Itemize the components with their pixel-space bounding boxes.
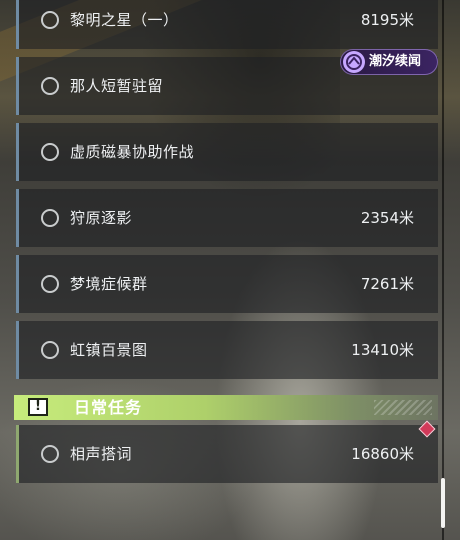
radio-circle-icon[interactable] xyxy=(41,275,59,293)
daily-quest-item[interactable]: 相声搭词 16860米 xyxy=(16,425,438,483)
badge-label: 潮汐续闻 xyxy=(369,54,422,69)
quest-name: 那人短暂驻留 xyxy=(70,77,164,95)
quest-name: 黎明之星（一） xyxy=(70,11,179,29)
radio-circle-icon[interactable] xyxy=(41,11,59,29)
radio-circle-icon[interactable] xyxy=(41,77,59,95)
scrollbar-thumb[interactable] xyxy=(441,478,445,528)
quest-name: 虚质磁暴协助作战 xyxy=(70,143,195,161)
quest-distance: 16860米 xyxy=(351,445,414,463)
quest-item[interactable]: 虚质磁暴协助作战 xyxy=(16,123,438,181)
quest-distance: 2354米 xyxy=(360,209,414,227)
radio-circle-icon[interactable] xyxy=(41,143,59,161)
quest-item[interactable]: 梦境症候群 7261米 xyxy=(16,255,438,313)
quest-name: 虹镇百景图 xyxy=(70,341,148,359)
quest-name: 相声搭词 xyxy=(70,445,133,463)
tide-event-badge[interactable]: 潮汐续闻 xyxy=(340,49,438,75)
radio-circle-icon[interactable] xyxy=(41,445,59,463)
radio-circle-icon[interactable] xyxy=(41,209,59,227)
section-title: 日常任务 xyxy=(74,398,143,417)
quest-distance: 13410米 xyxy=(351,341,414,359)
tide-event-icon-glyph xyxy=(346,54,362,70)
daily-section-header: ! 日常任务 xyxy=(14,395,438,420)
decorative-stripes xyxy=(374,400,432,415)
radio-circle-icon[interactable] xyxy=(41,341,59,359)
quest-item[interactable]: 黎明之星（一） 8195米 xyxy=(16,0,438,49)
quest-item[interactable]: 狩原逐影 2354米 xyxy=(16,189,438,247)
tide-event-icon xyxy=(343,51,365,73)
quest-distance: 7261米 xyxy=(360,275,414,293)
alert-icon: ! xyxy=(28,398,48,416)
quest-item[interactable]: 虹镇百景图 13410米 xyxy=(16,321,438,379)
alert-mark: ! xyxy=(35,399,41,414)
quest-name: 梦境症候群 xyxy=(70,275,148,293)
scrollbar-track[interactable] xyxy=(442,0,444,540)
quest-distance: 8195米 xyxy=(360,11,414,29)
quest-name: 狩原逐影 xyxy=(70,209,133,227)
